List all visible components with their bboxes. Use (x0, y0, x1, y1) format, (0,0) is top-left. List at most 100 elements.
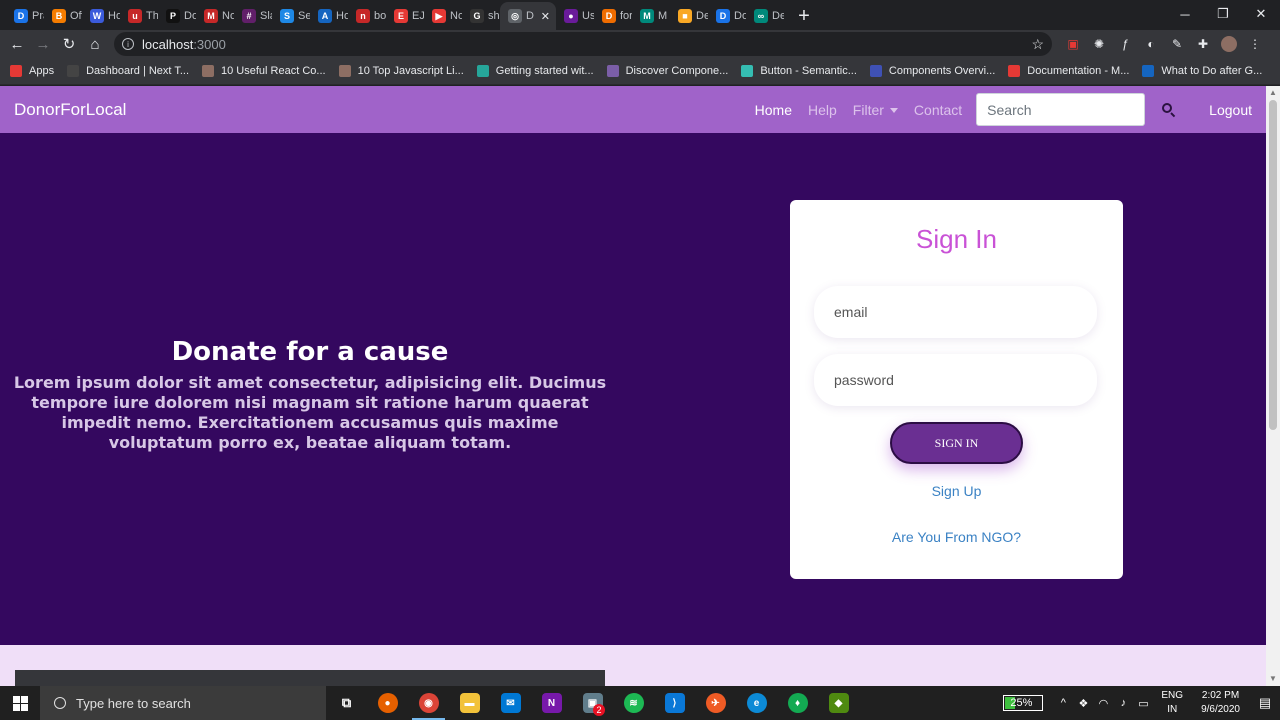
new-tab-button[interactable]: + (790, 2, 818, 30)
browser-tab[interactable]: A Hom (310, 2, 348, 30)
nav-home-link[interactable]: Home (755, 102, 792, 118)
browser-tab[interactable]: Gshru (462, 2, 500, 30)
chrome-app[interactable]: ◉ (408, 686, 449, 720)
react-devtools-icon[interactable]: ✺ (1086, 31, 1112, 57)
bookmark-item[interactable]: Components Overvi... (869, 65, 996, 77)
browser-tab[interactable]: S Send (272, 2, 310, 30)
dropbox-icon[interactable]: ❖ (1073, 697, 1093, 710)
close-window-button[interactable]: ✕ (1242, 0, 1280, 28)
input-language[interactable]: ENG IN (1161, 689, 1183, 717)
notification-center-icon[interactable]: ▤ (1250, 695, 1280, 711)
power-plug-icon[interactable]: ▭ (1133, 697, 1153, 710)
reload-button[interactable]: ↻ (56, 31, 82, 57)
bookmark-item[interactable]: Dashboard | Next T... (67, 65, 189, 77)
browser-tab[interactable]: P Docu (158, 2, 196, 30)
edge-app[interactable]: e (736, 686, 777, 720)
file-explorer-app[interactable]: ▬ (449, 686, 490, 720)
site-search-input[interactable] (976, 93, 1146, 126)
firefox-app[interactable]: ● (367, 686, 408, 720)
bookmark-label: Dashboard | Next T... (86, 65, 190, 77)
bookmark-label: 10 Useful React Co... (221, 65, 326, 77)
bookmark-item[interactable]: Discover Compone... (606, 65, 728, 77)
bookmark-label: Components Overvi... (888, 65, 996, 77)
postman-app[interactable]: ✈ (695, 686, 736, 720)
extension-circle-icon[interactable]: ◐ (1138, 31, 1164, 57)
bookmark-item[interactable]: Button - Semantic... (741, 65, 857, 77)
page-scrollbar[interactable]: ▲ ▼ (1266, 86, 1280, 686)
pdf-extension-icon[interactable]: ▣ (1060, 31, 1086, 57)
nav-links: Home Help Filter Contact Logout (739, 93, 1252, 126)
bookmark-item[interactable]: Documentation - M... (1008, 65, 1129, 77)
browser-tab[interactable]: u The ( (120, 2, 158, 30)
hero-text: Donate for a cause Lorem ipsum dolor sit… (0, 337, 620, 453)
chevron-up-icon[interactable]: ^ (1053, 697, 1073, 709)
taskbar-search-box[interactable]: Type here to search (40, 686, 326, 720)
battery-indicator[interactable]: 25% (1003, 695, 1044, 711)
scroll-up-icon[interactable]: ▲ (1269, 89, 1277, 97)
extensions-puzzle-icon[interactable]: ✚ (1190, 31, 1216, 57)
photos-app[interactable]: ▣ 2 (572, 686, 613, 720)
bookmark-item[interactable]: 10 Top Javascript Li... (338, 65, 464, 77)
browser-tab[interactable]: ● Use (556, 2, 594, 30)
extension-draw-icon[interactable]: ✎ (1164, 31, 1190, 57)
tab-favicon-icon: ■ (678, 9, 692, 23)
windows-start-button[interactable] (0, 686, 40, 720)
address-bar[interactable]: i localhost :3000 ☆ (114, 32, 1052, 56)
onenote-app[interactable]: N (531, 686, 572, 720)
browser-tab[interactable]: D Dono (708, 2, 746, 30)
bookmark-item[interactable]: Getting started wit... (476, 65, 594, 77)
signin-title: Sign In (916, 224, 997, 254)
tab-favicon-icon: M (204, 9, 218, 23)
browser-tab[interactable]: ∞ Delh (746, 2, 784, 30)
browser-tab[interactable]: MM (632, 2, 670, 30)
browser-tab[interactable]: M Node (196, 2, 234, 30)
email-field[interactable] (814, 286, 1097, 338)
formula-extension-icon[interactable]: ƒ (1112, 31, 1138, 57)
ngo-link[interactable]: Are You From NGO? (790, 529, 1123, 545)
site-info-icon[interactable]: i (122, 38, 134, 50)
nav-contact-link[interactable]: Contact (914, 102, 962, 118)
minimize-button[interactable]: ─ (1166, 0, 1204, 28)
password-field[interactable] (814, 354, 1097, 406)
volume-icon[interactable]: ♪ (1113, 697, 1133, 709)
bookmark-item[interactable]: Apps (10, 65, 54, 77)
browser-tab[interactable]: # Slack (234, 2, 272, 30)
tab-close-icon[interactable]: ✕ (541, 10, 550, 23)
search-icon[interactable] (1159, 100, 1179, 120)
tab-title: Slack (260, 10, 272, 22)
browser-tab[interactable]: ■ Delh (670, 2, 708, 30)
chrome-menu-icon[interactable]: ⋮ (1242, 31, 1268, 57)
browser-tab[interactable]: W How (82, 2, 120, 30)
home-button[interactable]: ⌂ (82, 31, 108, 57)
signup-link[interactable]: Sign Up (790, 483, 1123, 499)
wifi-icon[interactable]: ◠ (1093, 697, 1113, 710)
signin-button[interactable]: SIGN IN (890, 422, 1023, 464)
browser-tab[interactable]: D Pradi (6, 2, 44, 30)
bookmark-item[interactable]: 10 Useful React Co... (202, 65, 326, 77)
git-kraken-app[interactable]: ◆ (818, 686, 859, 720)
forward-button[interactable]: → (30, 31, 56, 57)
vscode-app[interactable]: ⟩ (654, 686, 695, 720)
mongodb-compass-app[interactable]: ♦ (777, 686, 818, 720)
browser-tab[interactable]: ◎ D ✕ (500, 2, 556, 30)
task-view-button[interactable]: ⧉ (326, 686, 367, 720)
nav-help-link[interactable]: Help (808, 102, 837, 118)
browser-tab[interactable]: ▶ Node (424, 2, 462, 30)
site-brand[interactable]: DonorForLocal (14, 100, 126, 120)
scroll-thumb[interactable] (1269, 100, 1277, 430)
browser-tab[interactable]: nbody (348, 2, 386, 30)
bookmark-item[interactable]: What to Do after G... (1142, 65, 1262, 77)
profile-avatar[interactable] (1216, 31, 1242, 57)
browser-tab[interactable]: E EJS - (386, 2, 424, 30)
spotify-app[interactable]: ≋ (613, 686, 654, 720)
mail-app[interactable]: ✉ (490, 686, 531, 720)
logout-link[interactable]: Logout (1209, 102, 1252, 118)
nav-filter-dropdown[interactable]: Filter (853, 102, 898, 118)
browser-tab[interactable]: Dforea (594, 2, 632, 30)
scroll-down-icon[interactable]: ▼ (1269, 675, 1277, 683)
maximize-button[interactable]: ❐ (1204, 0, 1242, 28)
bookmark-star-icon[interactable]: ☆ (1031, 36, 1044, 53)
browser-tab[interactable]: B Offic (44, 2, 82, 30)
system-clock[interactable]: 2:02 PM 9/6/2020 (1201, 689, 1240, 717)
back-button[interactable]: ← (4, 31, 30, 57)
